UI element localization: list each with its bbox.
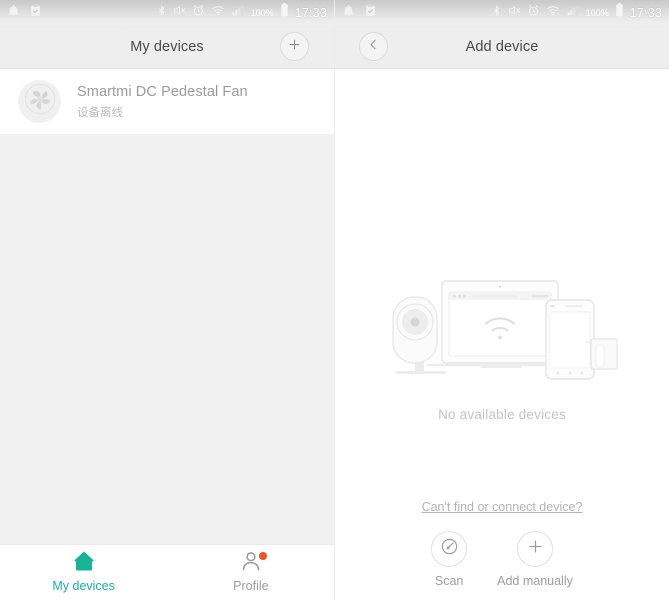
empty-state: No available devices — [335, 269, 669, 422]
right-header: Add device — [335, 25, 669, 69]
home-icon-wrap — [72, 550, 96, 577]
status-bar-right-icons: 100% 17:33 — [156, 3, 327, 22]
add-manually-circle — [517, 531, 553, 567]
page-title-my-devices: My devices — [130, 38, 204, 55]
router-icon — [586, 338, 618, 370]
plus-icon — [526, 537, 545, 561]
device-name: Smartmi DC Pedestal Fan — [77, 83, 248, 100]
left-pane-my-devices: 100% 17:33 My devices Smartmi DC Pedesta… — [0, 0, 334, 600]
clipboard-icon — [364, 4, 377, 22]
phone-icon — [545, 299, 595, 380]
nav-item-my-devices[interactable]: My devices — [0, 545, 167, 600]
device-avatar — [18, 80, 61, 123]
empty-state-label: No available devices — [438, 407, 566, 422]
clock-label: 17:33 — [294, 5, 327, 20]
devices-illustration — [382, 269, 622, 389]
plus-icon — [287, 37, 302, 57]
battery-percent-label: 100% — [250, 7, 274, 18]
fan-icon — [21, 80, 59, 123]
scan-label: Scan — [434, 574, 464, 588]
status-bar-right: 100% 17:33 — [335, 0, 669, 25]
nav-label-profile: Profile — [233, 579, 269, 593]
battery-icon — [280, 3, 289, 22]
scan-button[interactable]: Scan — [431, 531, 468, 588]
left-header: My devices — [0, 25, 334, 69]
signal-icon — [566, 4, 580, 22]
scan-icon — [440, 537, 459, 561]
alarm-icon — [527, 4, 540, 22]
wifi-icon — [546, 4, 560, 22]
alarm-icon — [192, 4, 205, 22]
battery-percent-label: 100% — [585, 7, 609, 18]
add-device-button[interactable] — [280, 32, 309, 61]
notification-badge — [258, 552, 267, 560]
help-link[interactable]: Can't find or connect device? — [422, 500, 583, 514]
wifi-icon — [211, 4, 225, 22]
chevron-left-icon — [367, 38, 380, 56]
empty-list-area — [0, 134, 334, 600]
bottom-navigation: My devices Profile — [0, 544, 334, 600]
person-icon-wrap — [240, 552, 267, 575]
add-manually-label: Add manually — [497, 574, 573, 588]
add-device-actions: Can't find or connect device? Scan Add m… — [335, 500, 669, 588]
battery-icon — [615, 3, 624, 22]
notification-bell-icon — [7, 4, 20, 22]
mute-icon — [173, 4, 186, 22]
camera-icon — [392, 296, 446, 374]
clock-label: 17:33 — [629, 5, 662, 20]
status-bar-left-icons — [7, 4, 156, 22]
add-manually-button[interactable]: Add manually — [497, 531, 573, 588]
bluetooth-icon — [156, 4, 167, 22]
nav-label-my-devices: My devices — [52, 579, 115, 593]
notification-bell-icon — [342, 4, 355, 22]
bluetooth-icon — [491, 4, 502, 22]
app-screen: 100% 17:33 My devices Smartmi DC Pedesta… — [0, 0, 669, 600]
signal-icon — [231, 4, 245, 22]
nav-item-profile[interactable]: Profile — [167, 545, 334, 600]
status-bar-right-right-icons: 100% 17:33 — [491, 3, 662, 22]
home-icon — [72, 550, 96, 577]
right-body: No available devices Can't find or conne… — [335, 69, 669, 600]
status-bar-right-left-icons — [342, 4, 491, 22]
device-list: Smartmi DC Pedestal Fan 设备离线 — [0, 69, 334, 134]
action-row: Scan Add manually — [431, 531, 573, 588]
device-status: 设备离线 — [77, 106, 123, 119]
mute-icon — [508, 4, 521, 22]
device-text: Smartmi DC Pedestal Fan 设备离线 — [77, 84, 248, 120]
page-title-add-device: Add device — [465, 38, 539, 55]
clipboard-icon — [29, 4, 42, 22]
back-button[interactable] — [359, 32, 388, 61]
list-item[interactable]: Smartmi DC Pedestal Fan 设备离线 — [0, 69, 334, 134]
right-pane-add-device: 100% 17:33 Add device No available devic… — [334, 0, 669, 600]
scan-button-circle — [431, 531, 468, 567]
status-bar-left: 100% 17:33 — [0, 0, 334, 25]
